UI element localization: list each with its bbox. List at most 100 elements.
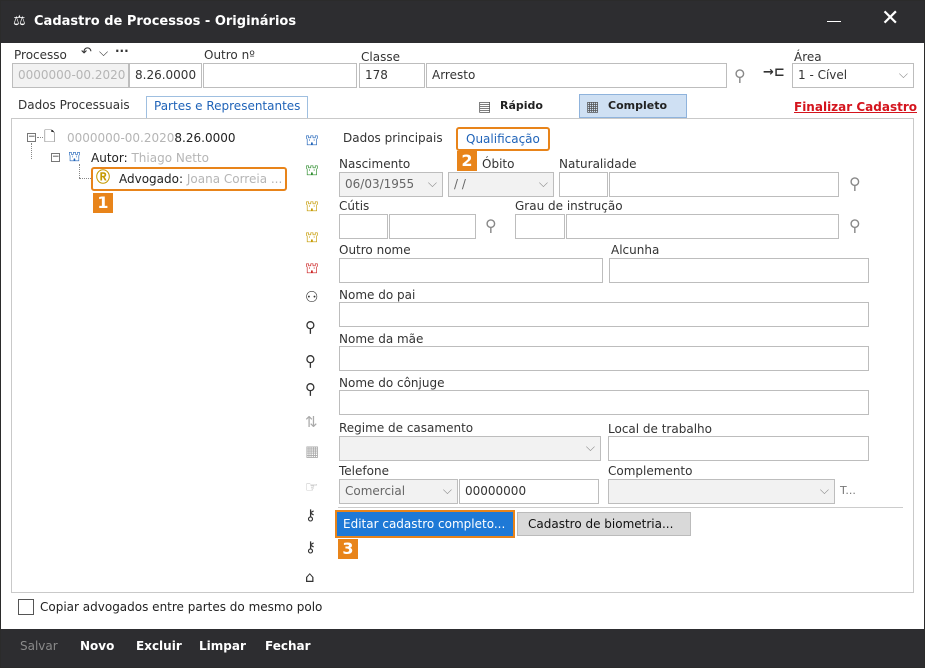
back-arrow-icon[interactable]: ↶ — [81, 45, 92, 60]
party-lawyer-icon[interactable]: ⛫ — [305, 229, 319, 245]
nascimento-field[interactable]: 06/03/1955 — [339, 172, 443, 197]
chevron-down-icon[interactable]: ⌵ — [99, 45, 108, 60]
tab-partes-representantes[interactable]: Partes e Representantes — [146, 96, 309, 118]
collapse-icon[interactable]: − — [27, 133, 36, 142]
outro-label: Outro nº — [204, 48, 255, 62]
area-label: Área — [794, 50, 822, 64]
nome-conjuge-field[interactable] — [339, 390, 869, 415]
party-blue-icon[interactable]: ⛫ — [305, 132, 319, 148]
tab-dados-processuais[interactable]: Dados Processuais — [18, 98, 130, 112]
finalizar-cadastro-link[interactable]: Finalizar Cadastro — [794, 100, 917, 114]
tree-root-suffix: 8.26.0000 — [174, 131, 236, 145]
collapse-icon[interactable]: − — [51, 153, 60, 162]
salvar-button[interactable]: Salvar — [20, 639, 58, 653]
nascimento-label: Nascimento — [339, 157, 411, 171]
handshake-icon[interactable]: ☞ — [305, 479, 318, 495]
callout-badge-3: 3 — [338, 539, 358, 559]
minimize-button[interactable] — [819, 11, 849, 31]
outro-nome-field[interactable] — [339, 258, 603, 283]
party-green-icon[interactable]: ⛫ — [305, 162, 319, 178]
export-icon[interactable]: ⌂ — [305, 569, 315, 585]
subtab-dados-principais[interactable]: Dados principais — [343, 131, 443, 145]
remove-person-icon[interactable]: ⚇ — [305, 289, 318, 305]
search-icon[interactable]: ⚲ — [849, 218, 861, 234]
novo-button[interactable]: Novo — [80, 639, 114, 653]
tree-node-advogado[interactable]: Advogado: Joana Correia ... — [119, 172, 282, 186]
telefone-tipo-select[interactable]: Comercial — [339, 479, 458, 504]
obito-label: Óbito — [482, 157, 515, 171]
nome-mae-label: Nome da mãe — [339, 332, 424, 346]
cutis-label: Cútis — [339, 199, 370, 213]
limpar-button[interactable]: Limpar — [199, 639, 246, 653]
autor-label: Autor: — [91, 151, 128, 165]
party-yellow-icon[interactable]: ⛫ — [305, 198, 319, 214]
building-icon[interactable]: ▦ — [305, 443, 319, 459]
rapido-button[interactable]: ▤ Rápido — [471, 94, 561, 118]
advogado-label: Advogado: — [119, 172, 184, 186]
editar-cadastro-completo-button[interactable]: Editar cadastro completo... — [335, 510, 515, 538]
alcunha-field[interactable] — [609, 258, 869, 283]
grau-instrucao-label: Grau de instrução — [515, 199, 623, 213]
search-icon[interactable]: ⚲ — [485, 218, 497, 234]
tree-node-processo[interactable]: 0000000-00.20208.26.0000 — [67, 131, 235, 145]
naturalidade-label: Naturalidade — [559, 157, 637, 171]
cutis-name-field[interactable] — [389, 214, 476, 239]
copiar-advogados-checkbox[interactable] — [18, 599, 34, 615]
alcunha-label: Alcunha — [611, 243, 660, 257]
parties-tree — [17, 123, 301, 588]
grau-name-field[interactable] — [566, 214, 839, 239]
regime-casamento-label: Regime de casamento — [339, 421, 474, 435]
obito-field[interactable]: / / — [448, 172, 554, 197]
more-icon[interactable]: ··· — [115, 44, 129, 58]
outro-numero-field[interactable] — [203, 63, 357, 88]
area-select[interactable]: 1 - Cível — [792, 63, 914, 88]
list-icon: ▤ — [478, 99, 492, 115]
processo-suffix-field[interactable]: 8.26.0000 — [129, 63, 202, 88]
search-icon[interactable]: ⚲ — [734, 68, 746, 84]
classe-code-field[interactable]: 178 — [359, 63, 425, 88]
separator — [338, 507, 903, 508]
naturalidade-city-field[interactable] — [609, 172, 839, 197]
complemento-select[interactable] — [608, 479, 835, 504]
complemento-label: Complemento — [608, 464, 693, 478]
telefone-numero-field[interactable]: 00000000 — [459, 479, 599, 504]
arrow-to-icon[interactable]: →⊏ — [763, 65, 785, 80]
processo-number-field[interactable]: 0000000-00.2020 — [12, 63, 129, 88]
title-bar: ⚖ Cadastro de Processos - Originários ✕ — [1, 1, 924, 43]
nome-pai-field[interactable] — [339, 302, 869, 327]
grid-icon: ▦ — [586, 99, 600, 115]
running-person-icon[interactable]: ⚲ — [305, 353, 316, 369]
tree-node-autor[interactable]: Autor: Thiago Netto — [91, 151, 209, 165]
naturalidade-uf-field[interactable] — [559, 172, 608, 197]
cadastro-biometria-button[interactable]: Cadastro de biometria... — [517, 512, 691, 536]
autor-name: Thiago Netto — [131, 151, 209, 165]
main-tabs: Dados Processuais Partes e Representante… — [1, 93, 924, 118]
subtab-qualificacao[interactable]: Qualificação — [456, 127, 550, 151]
local-trabalho-field[interactable] — [608, 436, 869, 461]
nome-conjuge-label: Nome do cônjuge — [339, 376, 445, 390]
search-icon[interactable]: ⚲ — [849, 176, 861, 192]
party-red-icon[interactable]: ⛫ — [305, 260, 319, 276]
sort-icon[interactable]: ⇅ — [305, 414, 318, 430]
tree-connector — [79, 164, 80, 178]
nome-mae-field[interactable] — [339, 346, 869, 371]
processo-label: Processo — [14, 48, 67, 62]
advogado-name: Joana Correia ... — [186, 172, 283, 186]
move-person-icon[interactable]: ⚲ — [305, 319, 316, 335]
group-person-icon[interactable]: ⚲ — [305, 381, 316, 397]
t-label: T... — [840, 484, 856, 497]
fechar-button[interactable]: Fechar — [265, 639, 311, 653]
close-button[interactable]: ✕ — [881, 7, 899, 31]
excluir-button[interactable]: Excluir — [136, 639, 182, 653]
cutis-code-field[interactable] — [339, 214, 388, 239]
telefone-label: Telefone — [339, 464, 389, 478]
remove-role-icon[interactable]: ⚷ — [305, 507, 316, 523]
classe-name-field[interactable]: Arresto — [426, 63, 727, 88]
regime-casamento-select[interactable] — [339, 436, 601, 461]
copiar-advogados-label: Copiar advogados entre partes do mesmo p… — [40, 600, 323, 614]
grau-code-field[interactable] — [515, 214, 565, 239]
assign-role-icon[interactable]: ⚷ — [305, 539, 316, 555]
completo-button[interactable]: ▦ Completo — [579, 94, 687, 118]
completo-label: Completo — [608, 99, 668, 112]
bottom-action-bar: Salvar Novo Excluir Limpar Fechar — [1, 629, 924, 667]
